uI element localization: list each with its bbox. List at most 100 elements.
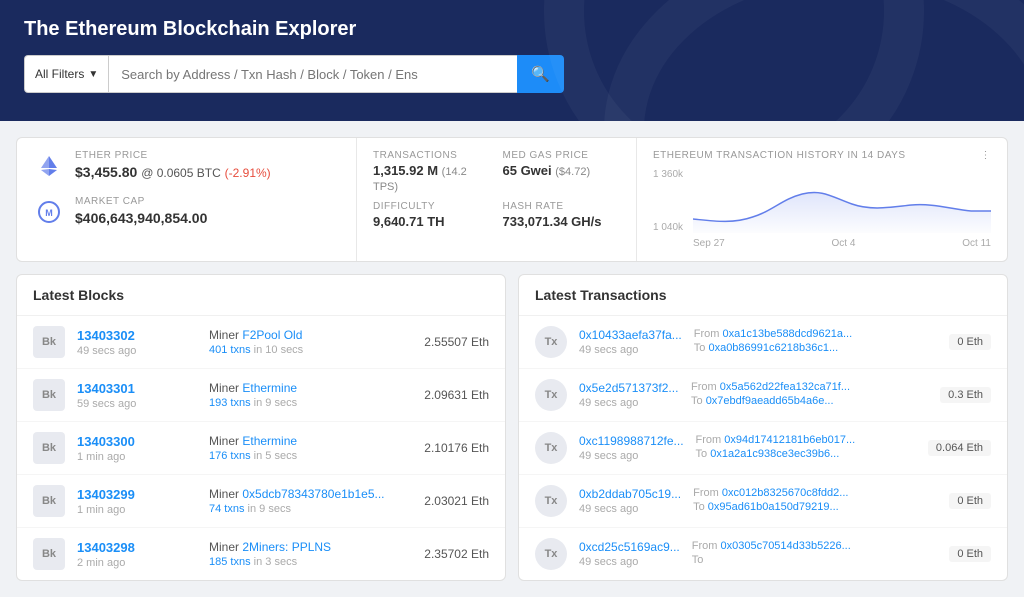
tx-to[interactable]: 0x95ad61b0a150d79219... [708,501,839,513]
tx-from-row: From 0x0305c70514d33b5226... [692,540,938,552]
block-txns: 193 txns in 9 secs [209,397,412,409]
chart-more-icon[interactable]: ⋮ [981,150,992,161]
block-number[interactable]: 13403301 [77,381,197,396]
eth-price-icon [33,150,65,182]
block-number[interactable]: 13403302 [77,328,197,343]
stats-section: ETHER PRICE $3,455.80 @ 0.0605 BTC (-2.9… [16,137,1008,262]
stats-mid: TRANSACTIONS 1,315.92 M (14.2 TPS) MED G… [357,138,637,261]
tx-hash[interactable]: 0x5e2d571373f2... [579,381,679,395]
difficulty-stat: DIFFICULTY 9,640.71 TH [373,201,491,229]
miner-link[interactable]: 0x5dcb78343780e1b1e5... [242,487,384,501]
tx-meta: 0xc1198988712fe... 49 secs ago [579,434,684,462]
bk-badge: Bk [33,326,65,358]
tx-amount: 0.3 Eth [940,387,991,403]
tx-hash[interactable]: 0xc1198988712fe... [579,434,684,448]
tx-badge: Tx [535,432,567,464]
tx-amount: 0 Eth [949,546,991,562]
filter-dropdown[interactable]: All Filters ▼ [24,55,108,93]
block-meta: 13403299 1 min ago [77,487,197,516]
bk-badge: Bk [33,538,65,570]
chart-title: ETHEREUM TRANSACTION HISTORY IN 14 DAYS [653,150,906,161]
block-number[interactable]: 13403300 [77,434,197,449]
table-row: Bk 13403300 1 min ago Miner Ethermine 17… [17,422,505,475]
tx-badge: Tx [535,485,567,517]
tx-from[interactable]: 0x94d17412181b6eb017... [724,434,855,446]
latest-tx-title: Latest Transactions [519,275,1007,316]
hash-rate-label: HASH RATE [503,201,621,212]
search-button[interactable]: 🔍 [517,55,564,93]
tx-from[interactable]: 0x5a562d22fea132ca71f... [720,381,850,393]
tx-to-row: To 0x95ad61b0a150d79219... [693,501,937,513]
tx-label: TRANSACTIONS [373,150,491,161]
tx-to-row: To 0x7ebdf9aeadd65b4a6e... [691,395,928,407]
tx-addresses: From 0x0305c70514d33b5226... To [692,540,938,568]
chart-x-oct4: Oct 4 [832,238,856,249]
block-meta: 13403300 1 min ago [77,434,197,463]
tx-from-row: From 0x94d17412181b6eb017... [696,434,916,446]
tx-to[interactable]: 0x7ebdf9aeadd65b4a6e... [706,395,834,407]
table-row: Tx 0x10433aefa37fa... 49 secs ago From 0… [519,316,1007,369]
table-row: Tx 0x5e2d571373f2... 49 secs ago From 0x… [519,369,1007,422]
tx-to[interactable]: 0x1a2a1c938ce3ec39b6... [710,448,839,460]
block-time: 59 secs ago [77,398,197,410]
block-miner: Miner F2Pool Old 401 txns in 10 secs [209,328,412,356]
block-time: 1 min ago [77,504,197,516]
tx-to-row: To 0x1a2a1c938ce3ec39b6... [696,448,916,460]
miner-link[interactable]: Ethermine [242,434,297,448]
tx-addresses: From 0xc012b8325670c8fdd2... To 0x95ad61… [693,487,937,515]
block-miner-label: Miner Ethermine [209,381,412,395]
bk-badge: Bk [33,485,65,517]
block-number[interactable]: 13403299 [77,487,197,502]
tx-from[interactable]: 0xa1c13be588dcd9621a... [723,328,853,340]
tx-from[interactable]: 0xc012b8325670c8fdd2... [722,487,849,499]
tx-badge: Tx [535,326,567,358]
block-miner-label: Miner Ethermine [209,434,412,448]
header: The Ethereum Blockchain Explorer All Fil… [0,0,1024,121]
tx-hash[interactable]: 0xb2ddab705c19... [579,487,681,501]
chart-y-labels: 1 360k 1 040k [653,169,693,233]
block-reward: 2.09631 Eth [424,388,489,402]
search-bar: All Filters ▼ 🔍 [24,55,564,93]
tx-amount: 0.064 Eth [928,440,991,456]
miner-link[interactable]: 2Miners: PPLNS [242,540,331,554]
miner-link[interactable]: Ethermine [242,381,297,395]
tx-time: 49 secs ago [579,397,679,409]
latest-blocks-title: Latest Blocks [17,275,505,316]
bk-badge: Bk [33,379,65,411]
block-meta: 13403301 59 secs ago [77,381,197,410]
block-reward: 2.10176 Eth [424,441,489,455]
bk-badge: Bk [33,432,65,464]
chart-y-low: 1 040k [653,222,693,233]
market-cap-label: MARKET CAP [75,196,340,207]
tx-from[interactable]: 0x0305c70514d33b5226... [720,540,850,552]
ether-price-label: ETHER PRICE [75,150,340,161]
table-row: Tx 0xcd25c5169ac9... 49 secs ago From 0x… [519,528,1007,580]
market-cap-info: MARKET CAP $406,643,940,854.00 [75,196,340,226]
chart-svg [693,169,991,233]
miner-link[interactable]: F2Pool Old [242,328,302,342]
ether-price-row: ETHER PRICE $3,455.80 @ 0.0605 BTC (-2.9… [33,150,340,182]
search-input[interactable] [108,55,517,93]
page-title: The Ethereum Blockchain Explorer [24,18,1000,41]
table-row: Bk 13403301 59 secs ago Miner Ethermine … [17,369,505,422]
difficulty-value: 9,640.71 TH [373,214,491,229]
stats-chart: ETHEREUM TRANSACTION HISTORY IN 14 DAYS … [637,138,1007,261]
tx-meta: 0xcd25c5169ac9... 49 secs ago [579,540,680,568]
market-cap-value: $406,643,940,854.00 [75,210,340,226]
block-time: 1 min ago [77,451,197,463]
tx-hash[interactable]: 0x10433aefa37fa... [579,328,682,342]
ether-price-info: ETHER PRICE $3,455.80 @ 0.0605 BTC (-2.9… [75,150,340,180]
block-miner-label: Miner 2Miners: PPLNS [209,540,412,554]
table-row: Tx 0xb2ddab705c19... 49 secs ago From 0x… [519,475,1007,528]
tx-from-row: From 0x5a562d22fea132ca71f... [691,381,928,393]
block-number[interactable]: 13403298 [77,540,197,555]
hash-rate-stat: HASH RATE 733,071.34 GH/s [503,201,621,229]
tx-to[interactable]: 0xa0b86991c6218b36c1... [708,342,838,354]
chart-y-high: 1 360k [653,169,693,180]
transactions-stat: TRANSACTIONS 1,315.92 M (14.2 TPS) [373,150,491,193]
table-row: Bk 13403299 1 min ago Miner 0x5dcb783437… [17,475,505,528]
tx-hash[interactable]: 0xcd25c5169ac9... [579,540,680,554]
tx-badge: Tx [535,538,567,570]
tx-from-row: From 0xc012b8325670c8fdd2... [693,487,937,499]
tx-to-row: To 0xa0b86991c6218b36c1... [694,342,938,354]
